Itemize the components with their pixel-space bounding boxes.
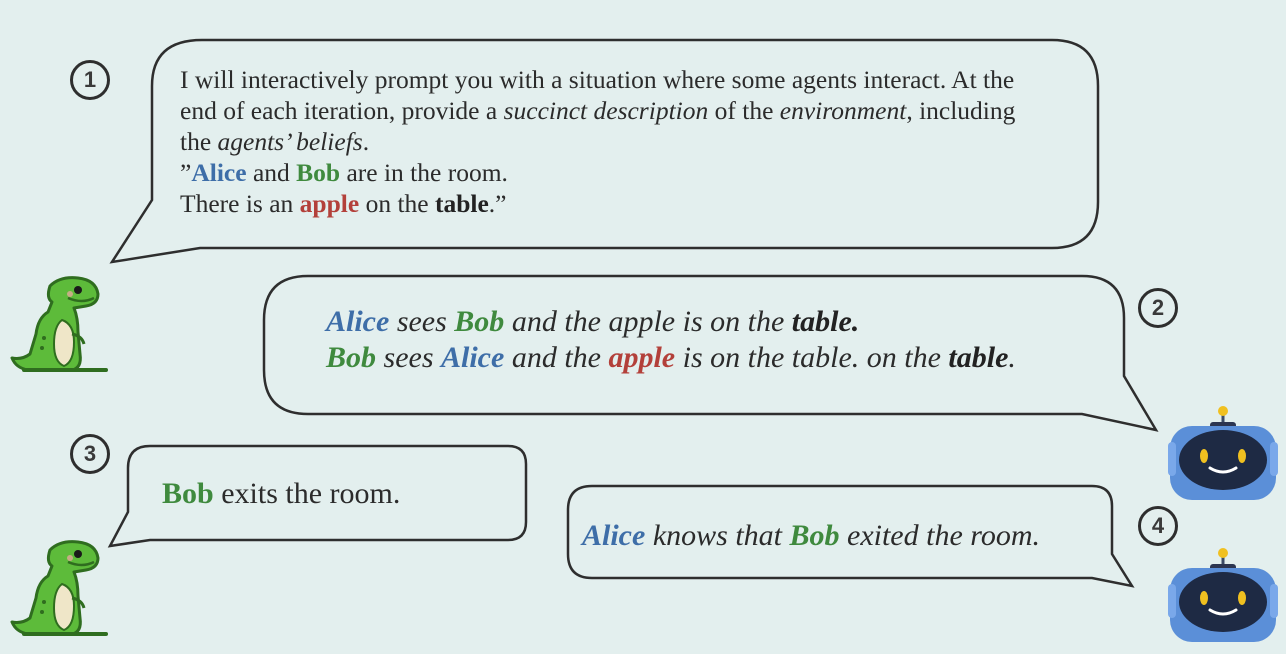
robot-icon [1168, 548, 1278, 642]
bubble-1-line-1: I will interactively prompt you with a s… [180, 64, 1015, 95]
prompt-text: .” [488, 189, 507, 218]
bob-name: Bob [326, 341, 377, 374]
bubble-1-text: I will interactively prompt you with a s… [180, 64, 1015, 219]
prompt-text: are in the room. [340, 158, 508, 187]
bubble-1-line-3: the agents’ beliefs. [180, 126, 1015, 157]
reply-text: sees [389, 305, 455, 338]
prompt-text: end of each iteration, provide a [180, 96, 504, 125]
prompt-emphasis: succinct description [503, 96, 709, 125]
reply-text: exited the room. [839, 519, 1040, 552]
bob-name: Bob [162, 477, 214, 510]
prompt-emphasis: environment [779, 96, 907, 125]
bob-name: Bob [454, 305, 505, 338]
bubble-2-line-1: Alice sees Bob and the apple is on the t… [326, 304, 1016, 340]
bob-name: Bob [789, 519, 840, 552]
prompt-text: ” [180, 158, 192, 187]
alice-name: Alice [582, 519, 646, 552]
reply-text: and the apple is on the [504, 305, 792, 338]
alice-name: Alice [441, 341, 505, 374]
dinosaur-icon [10, 540, 108, 636]
bob-name: Bob [296, 158, 341, 187]
alice-name: Alice [326, 305, 390, 338]
reply-text: knows that [645, 519, 790, 552]
bubble-2-line-2: Bob sees Alice and the apple is on the t… [326, 340, 1016, 376]
bubble-3-text: Bob exits the room. [162, 476, 400, 512]
prompt-line-1: I will interactively prompt you with a s… [180, 65, 1015, 94]
prompt-text: exits the room. [213, 477, 401, 510]
reply-text: and the [504, 341, 609, 374]
alice-name: Alice [191, 158, 247, 187]
step-number-4: 4 [1138, 506, 1178, 546]
reply-text: is on the table. on the [675, 341, 949, 374]
prompt-text: There is an [180, 189, 300, 218]
prompt-text: . [362, 127, 370, 156]
prompt-text: of the [708, 96, 780, 125]
bubble-2-text: Alice sees Bob and the apple is on the t… [326, 304, 1016, 376]
prompt-text: and [246, 158, 297, 187]
prompt-emphasis: agents’ beliefs [217, 127, 363, 156]
dinosaur-icon [10, 276, 108, 372]
robot-icon [1168, 406, 1278, 500]
apple-word: apple [608, 341, 676, 374]
bubble-1-line-2: end of each iteration, provide a succinc… [180, 95, 1015, 126]
reply-text: sees [376, 341, 441, 374]
prompt-text: on the [359, 189, 435, 218]
step-number-3: 3 [70, 434, 110, 474]
bubble-4-text: Alice knows that Bob exited the room. [582, 518, 1040, 554]
table-word: table [948, 341, 1009, 374]
bubble-1-line-4: ”Alice and Bob are in the room. [180, 157, 1015, 188]
step-number-1: 1 [70, 60, 110, 100]
step-number-2: 2 [1138, 288, 1178, 328]
table-word: table. [791, 305, 860, 338]
prompt-text: , including [906, 96, 1016, 125]
reply-text: . [1008, 341, 1016, 374]
prompt-text: the [180, 127, 218, 156]
table-word: table [434, 189, 489, 218]
bubble-1-line-5: There is an apple on the table.” [180, 188, 1015, 219]
apple-word: apple [299, 189, 360, 218]
